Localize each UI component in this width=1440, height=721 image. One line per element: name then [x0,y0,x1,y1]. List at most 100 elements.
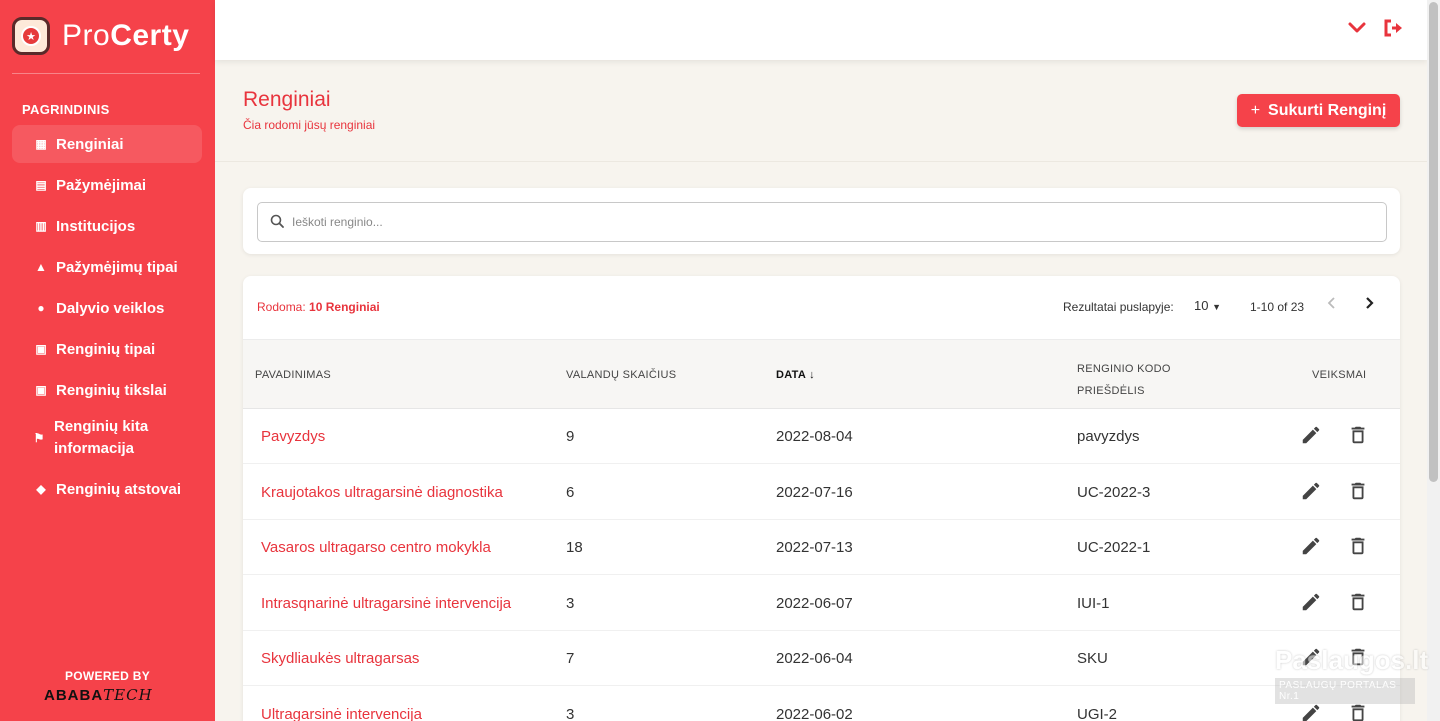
sidebar-item-label: Renginių tikslai [56,381,167,399]
stamp-icon: ▲ [35,260,47,274]
table-header: PAVADINIMAS VALANDŲ SKAIČIUS DATA ↓ RENG… [243,339,1400,409]
delete-icon[interactable] [1347,591,1371,615]
sidebar-item-label: Renginių kita informacija [54,418,149,457]
event-date: 2022-07-16 [776,483,853,501]
rows-per-page-label: Rezultatai puslapyje: [1063,300,1174,314]
event-name-link[interactable]: Kraujotakos ultragarsinė diagnostika [261,484,503,501]
divider [215,161,1427,162]
rows-per-page-select[interactable]: 10 ▼ [1194,298,1221,313]
scrollbar-thumb[interactable] [1429,2,1438,482]
delete-icon[interactable] [1347,424,1371,448]
table-row: Vasaros ultragarso centro mokykla 18 2022-… [243,520,1400,575]
page-scrollbar[interactable] [1427,0,1440,721]
table-row: Ultragarsinė intervencija 3 2022-06-02 UGI-… [243,687,1400,721]
page-title: Renginiai [243,88,331,111]
event-hours: 3 [566,594,575,612]
flag-checkered-icon: ⚑ [33,431,45,445]
user-tie-icon: ◆ [36,482,46,496]
event-date: 2022-07-13 [776,539,853,556]
delete-icon[interactable] [1347,535,1371,559]
chevron-down-icon[interactable] [1346,18,1368,40]
logo-text: ProCerty [62,19,190,52]
previous-page-button[interactable] [1326,296,1338,315]
sidebar-item-label: Renginių atstovai [56,480,182,498]
search-field[interactable] [257,202,1387,242]
event-code-prefix: UC-2022-1 [1077,539,1151,556]
edit-icon[interactable] [1300,480,1324,504]
sidebar-nav: ▦ Renginiai ▤ Pažymėjimai ▥ Institucijos… [12,125,202,511]
sidebar-item-label: Institucijos [56,217,136,235]
edit-icon[interactable] [1300,646,1324,670]
event-hours: 3 [566,705,575,721]
delete-icon[interactable] [1347,646,1371,670]
sidebar-item-dalyvio-veiklos[interactable]: ● Dalyvio veiklos [12,289,202,327]
event-name-link[interactable]: Skydliaukės ultragarsas [261,650,419,667]
event-name-link[interactable]: Ultragarsinė intervencija [261,706,422,721]
logo-icon: ★ [12,17,50,55]
event-hours: 6 [566,483,575,501]
edit-icon[interactable] [1300,702,1324,721]
search-card [243,188,1400,254]
sidebar-item-renginiu-tikslai[interactable]: ▣ Renginių tikslai [12,371,202,409]
sidebar-item-label: Renginių tipai [56,340,156,358]
sidebar-section-label: PAGRINDINIS [22,102,110,117]
plus-icon: + [1250,101,1261,119]
column-header-actions: VEIKSMAI [1312,369,1367,381]
building-icon: ▥ [35,219,47,233]
divider [12,73,200,74]
table-row: Kraujotakos ultragarsinė diagnostika 6 202… [243,465,1400,520]
sidebar: ★ ProCerty PAGRINDINIS ▦ Renginiai ▤ Paž… [0,0,215,721]
create-event-button[interactable]: + Sukurti Renginį [1237,94,1400,127]
event-date: 2022-08-04 [776,428,853,445]
column-header-hours[interactable]: VALANDŲ SKAIČIUS [566,369,676,381]
column-header-name[interactable]: PAVADINIMAS [255,369,331,381]
event-code-prefix: pavyzdys [1077,428,1140,445]
powered-by-label: POWERED BY [64,669,150,683]
sidebar-item-renginiu-atstovai[interactable]: ◆ Renginių atstovai [12,470,202,508]
logo[interactable]: ★ ProCerty [12,16,202,56]
user-check-icon: ● [37,301,45,315]
search-icon [270,214,286,231]
edit-icon[interactable] [1300,535,1324,559]
logout-icon[interactable] [1383,18,1405,40]
column-header-code[interactable]: RENGINIO KODO PRIEŠDĖLIS [1077,358,1171,402]
delete-icon[interactable] [1347,702,1371,721]
sidebar-item-renginiai[interactable]: ▦ Renginiai [12,125,202,163]
search-input[interactable] [292,215,1352,229]
edit-icon[interactable] [1300,424,1324,448]
sidebar-item-label: Dalyvio veiklos [56,299,165,317]
edit-icon[interactable] [1300,591,1324,615]
sidebar-item-renginiu-tipai[interactable]: ▣ Renginių tipai [12,330,202,368]
event-name-link[interactable]: Vasaros ultragarso centro mokykla [261,539,491,556]
event-date: 2022-06-04 [776,650,853,667]
pagination-range: 1-10 of 23 [1250,300,1305,314]
event-code-prefix: UC-2022-3 [1077,483,1151,501]
sidebar-item-label: Pažymėjimų tipai [56,258,178,276]
table-row: Skydliaukės ultragarsas 7 2022-06-04 SKU [243,631,1400,686]
table-row: Intrasqnarinė ultragarsinė intervencija 3… [243,576,1400,631]
next-page-button[interactable] [1363,296,1375,315]
delete-icon[interactable] [1347,480,1371,504]
page-subtitle: Čia rodomi jūsų renginiai [243,118,376,132]
column-header-date[interactable]: DATA ↓ [776,369,815,381]
event-name-link[interactable]: Pavyzdys [261,428,325,445]
events-table-card: Rodoma: 10 Renginiai Rezultatai puslapyj… [243,276,1400,721]
sidebar-item-pazymejimai[interactable]: ▤ Pažymėjimai [12,166,202,204]
topbar [215,0,1427,60]
sidebar-item-institucijos[interactable]: ▥ Institucijos [12,207,202,245]
calendar-check-icon: ▣ [35,342,47,356]
event-code-prefix: SKU [1077,650,1108,667]
calendar-icon: ▦ [35,137,47,151]
event-code-prefix: IUI-1 [1077,594,1110,612]
sidebar-item-renginiu-kita-informacija[interactable]: ⚑ Renginių kita informacija [12,412,202,464]
event-date: 2022-06-02 [776,705,853,721]
event-hours: 9 [566,428,575,445]
sidebar-item-pazymejimu-tipai[interactable]: ▲ Pažymėjimų tipai [12,248,202,286]
sort-arrow-down-icon: ↓ [809,369,815,381]
event-hours: 18 [566,539,583,556]
sidebar-item-label: Pažymėjimai [56,176,147,194]
calendar-plus-icon: ▣ [35,383,47,397]
event-name-link[interactable]: Intrasqnarinė ultragarsinė intervencija [261,595,511,612]
caret-down-icon: ▼ [1212,302,1222,312]
document-icon: ▤ [35,178,47,192]
